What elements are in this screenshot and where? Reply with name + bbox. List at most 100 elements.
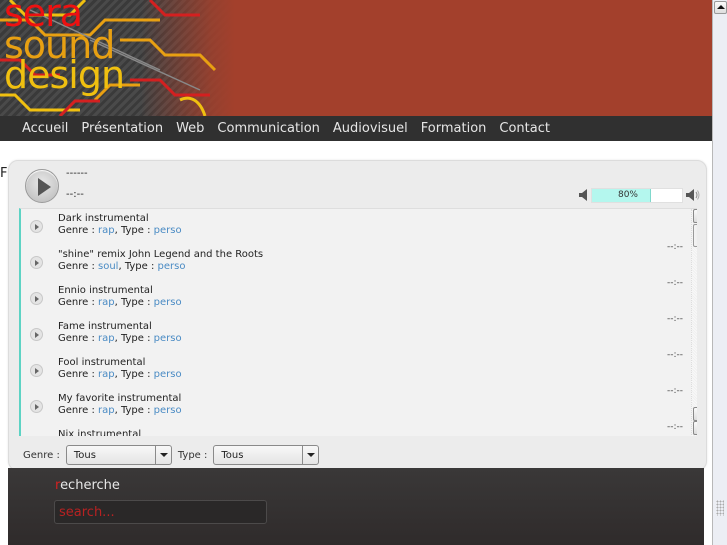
- play-icon: [35, 368, 39, 374]
- genre-link[interactable]: rap: [98, 333, 115, 344]
- play-icon: [35, 296, 39, 302]
- nav-formation[interactable]: Formation: [421, 121, 487, 136]
- site-logo[interactable]: sera sound design: [0, 0, 235, 116]
- genre-label: Genre :: [58, 369, 99, 380]
- track-title: Fame instrumental: [58, 321, 152, 332]
- type-select-value: Tous: [221, 450, 244, 461]
- site-header: sera sound design: [0, 0, 712, 116]
- type-link[interactable]: perso: [154, 297, 182, 308]
- playlist-filters: Genre : Tous Type : Tous: [23, 445, 325, 465]
- genre-label: Genre :: [58, 297, 99, 308]
- type-link[interactable]: perso: [154, 333, 182, 344]
- play-button[interactable]: [25, 169, 59, 203]
- playlist-item[interactable]: Fame instrumental Genre : rap, Type : pe…: [21, 317, 683, 360]
- play-icon: [35, 260, 39, 266]
- stray-text: F: [0, 166, 8, 181]
- type-label: , Type :: [118, 261, 158, 272]
- track-meta: Genre : rap, Type : perso: [58, 297, 182, 308]
- playlist-item[interactable]: Dark instrumental Genre : rap, Type : pe…: [21, 209, 683, 252]
- logo-text-design: design: [4, 53, 125, 97]
- track-play-button[interactable]: [30, 400, 43, 413]
- scroll-thumb[interactable]: [693, 224, 697, 247]
- nav-presentation[interactable]: Présentation: [81, 121, 163, 136]
- nav-web[interactable]: Web: [176, 121, 204, 136]
- chevron-down-icon[interactable]: [302, 446, 318, 464]
- volume-slider[interactable]: 80%: [591, 188, 683, 203]
- type-link[interactable]: perso: [154, 225, 182, 236]
- playlist: Dark instrumental Genre : rap, Type : pe…: [19, 208, 697, 436]
- page-scroll-up-button[interactable]: [714, 1, 727, 14]
- type-label: , Type :: [114, 297, 154, 308]
- nav-communication[interactable]: Communication: [217, 121, 319, 136]
- playlist-item[interactable]: "shine" remix John Legend and the Roots …: [21, 245, 683, 288]
- track-play-button[interactable]: [30, 328, 43, 341]
- page-scrollbar[interactable]: [712, 0, 727, 545]
- arrow-up-icon: [717, 5, 725, 9]
- genre-select-value: Tous: [73, 450, 96, 461]
- track-meta: Genre : soul, Type : perso: [58, 261, 185, 272]
- playlist-item[interactable]: Fool instrumental Genre : rap, Type : pe…: [21, 353, 683, 396]
- type-filter-label: Type :: [177, 449, 208, 461]
- track-play-button[interactable]: [30, 364, 43, 377]
- track-play-button[interactable]: [30, 220, 43, 233]
- genre-label: Genre :: [58, 225, 99, 236]
- genre-link[interactable]: rap: [98, 297, 115, 308]
- type-label: , Type :: [114, 333, 154, 344]
- genre-label: Genre :: [58, 333, 99, 344]
- track-play-button[interactable]: [30, 256, 43, 269]
- playlist-item[interactable]: My favorite instrumental Genre : rap, Ty…: [21, 389, 683, 432]
- playlist-scrollbar[interactable]: [691, 209, 697, 436]
- type-label: , Type :: [114, 369, 154, 380]
- track-title: Dark instrumental: [58, 213, 149, 224]
- playlist-item[interactable]: Ennio instrumental Genre : rap, Type : p…: [21, 281, 683, 324]
- volume-label: 80%: [617, 190, 638, 200]
- current-track-time: --:--: [66, 189, 84, 200]
- genre-label: Genre :: [58, 405, 99, 416]
- volume-mute-icon[interactable]: [579, 189, 589, 201]
- page: sera sound design Accueil Présentation W…: [0, 0, 727, 545]
- track-title: Ennio instrumental: [58, 285, 153, 296]
- scroll-grip-icon[interactable]: [716, 500, 724, 516]
- current-track-title: ------: [66, 168, 88, 179]
- main-nav: Accueil Présentation Web Communication A…: [0, 116, 712, 141]
- search-heading-rest: echerche: [60, 478, 120, 493]
- search-heading: recherche: [55, 478, 120, 493]
- type-link[interactable]: perso: [158, 261, 186, 272]
- type-label: , Type :: [114, 225, 154, 236]
- scroll-up-button-bottom[interactable]: [693, 407, 697, 421]
- scroll-down-button[interactable]: [693, 421, 697, 435]
- genre-select[interactable]: Tous: [65, 445, 172, 465]
- track-meta: Genre : rap, Type : perso: [58, 333, 182, 344]
- volume-max-icon[interactable]: [686, 189, 700, 201]
- scroll-up-button[interactable]: [693, 209, 697, 223]
- genre-link[interactable]: rap: [98, 369, 115, 380]
- playlist-item[interactable]: Nix instrumental: [21, 425, 681, 436]
- genre-link[interactable]: rap: [98, 405, 115, 416]
- play-icon: [35, 224, 39, 230]
- nav-accueil[interactable]: Accueil: [22, 121, 68, 136]
- chevron-down-icon[interactable]: [154, 446, 171, 464]
- type-link[interactable]: perso: [154, 405, 182, 416]
- play-icon: [35, 332, 39, 338]
- type-link[interactable]: perso: [154, 369, 182, 380]
- sidebar-dark-section: recherche: [8, 468, 704, 545]
- play-icon: [35, 404, 39, 410]
- genre-label: Genre :: [58, 261, 99, 272]
- track-meta: Genre : rap, Type : perso: [58, 405, 182, 416]
- nav-contact[interactable]: Contact: [499, 121, 550, 136]
- track-meta: Genre : rap, Type : perso: [58, 369, 182, 380]
- type-label: , Type :: [114, 405, 154, 416]
- search-input[interactable]: [54, 500, 267, 524]
- play-icon: [38, 178, 51, 196]
- track-meta: Genre : rap, Type : perso: [58, 225, 182, 236]
- nav-audiovisuel[interactable]: Audiovisuel: [333, 121, 408, 136]
- genre-link[interactable]: soul: [98, 261, 118, 272]
- genre-filter-label: Genre :: [23, 449, 60, 461]
- track-title: Nix instrumental: [58, 429, 142, 436]
- track-title: Fool instrumental: [58, 357, 146, 368]
- track-play-button[interactable]: [30, 292, 43, 305]
- type-select[interactable]: Tous: [213, 445, 320, 465]
- track-title: "shine" remix John Legend and the Roots: [58, 249, 264, 260]
- genre-link[interactable]: rap: [98, 225, 115, 236]
- track-title: My favorite instrumental: [58, 393, 182, 404]
